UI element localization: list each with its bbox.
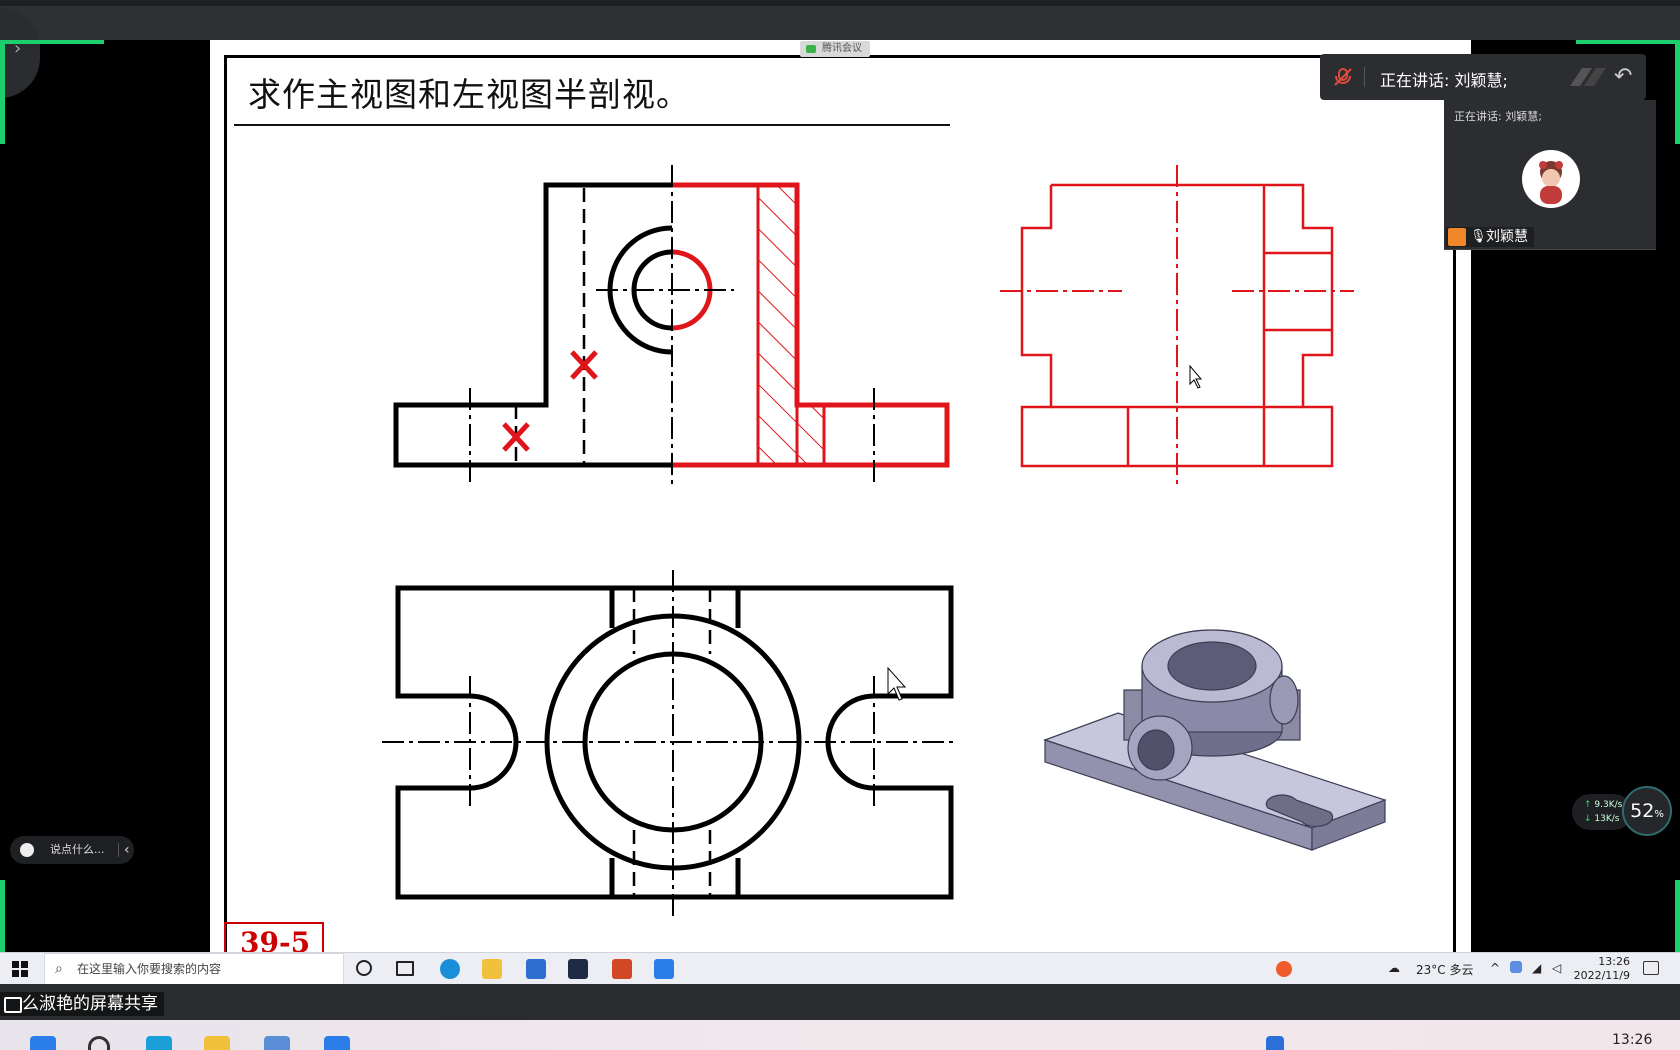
return-icon[interactable]: ↶ (1614, 64, 1632, 89)
slide-number: 39-5 (224, 922, 324, 956)
input-method-icon[interactable] (1276, 961, 1292, 977)
cloud-drive-icon[interactable] (1510, 961, 1522, 973)
network-speed-widget[interactable]: ↑ 9.3K/s ↓ 13K/s 52% (1572, 786, 1672, 836)
active-speaker-bar: 正在讲话: 刘颖慧; ↶ (1320, 54, 1646, 100)
meeting-badge: 腾讯会议 (800, 41, 870, 57)
weather-icon: ☁ (1388, 961, 1400, 975)
share-caption-bar (0, 984, 1680, 1020)
search-icon: ⌕ (55, 961, 63, 977)
task-view-icon[interactable] (396, 961, 414, 976)
chevron-up-icon[interactable]: ^ (1490, 961, 1500, 975)
search-icon[interactable] (88, 1036, 110, 1050)
edge-icon[interactable] (146, 1036, 172, 1050)
signal-icon (1570, 68, 1606, 86)
file-explorer-icon[interactable] (204, 1036, 230, 1050)
network-icon[interactable]: ◢ (1532, 961, 1541, 975)
divider (118, 843, 119, 857)
chevron-left-icon[interactable]: ‹ (124, 836, 130, 864)
participant-name-tag: 🎙 刘颖慧 (1446, 227, 1534, 247)
screen-share-label: 么淑艳的屏幕共享 (0, 992, 164, 1016)
local-clock[interactable]: 13:26 (1612, 1032, 1652, 1048)
left-view (1000, 165, 1354, 485)
windows-start-icon[interactable] (12, 961, 28, 977)
emoji-icon[interactable] (20, 843, 34, 857)
store-icon[interactable] (526, 959, 546, 979)
app-icon[interactable] (568, 959, 588, 979)
engineering-drawing (382, 165, 1387, 918)
front-view (393, 165, 950, 485)
volume-icon[interactable]: ◁ (1552, 961, 1561, 975)
divider (1364, 67, 1365, 87)
file-explorer-icon[interactable] (482, 959, 502, 979)
weather-label[interactable]: 23°C 多云 (1416, 961, 1473, 978)
cortana-icon[interactable] (356, 960, 372, 976)
percent-sign: % (1654, 809, 1664, 820)
windows-start-icon[interactable] (30, 1036, 56, 1050)
search-placeholder: 在这里输入你要搜索的内容 (77, 962, 222, 976)
isometric-model (1043, 629, 1387, 851)
taskbar-clock[interactable]: 13:26 2022/11/9 (1572, 955, 1630, 983)
app-icon[interactable] (264, 1036, 290, 1050)
meeting-app-icon[interactable] (324, 1036, 350, 1050)
taskbar-search-input[interactable]: ⌕ 在这里输入你要搜索的内容 (44, 953, 344, 985)
upload-speed: 9.3K/s (1594, 800, 1623, 810)
powerpoint-icon[interactable] (612, 959, 632, 979)
cpu-percent: 52 (1630, 800, 1655, 822)
clock-date: 2022/11/9 (1573, 969, 1630, 982)
chat-input[interactable]: 说点什么... ‹ (10, 836, 134, 864)
mic-icon: 🎙 (1470, 229, 1487, 244)
mic-muted-icon[interactable] (1332, 66, 1354, 88)
cpu-gauge: 52% (1622, 786, 1672, 836)
local-taskbar: 13:26 (0, 1020, 1680, 1050)
download-speed: 13K/s (1594, 814, 1620, 824)
remote-taskbar: ⌕ 在这里输入你要搜索的内容 ☁ 23°C 多云 ^ ◢ ◁ 13:26 202… (0, 952, 1680, 985)
chat-placeholder: 说点什么... (50, 843, 105, 856)
meeting-app-icon[interactable] (654, 959, 674, 979)
cursor-icon (1189, 364, 1203, 389)
participant-name: 刘颖慧 (1486, 229, 1528, 245)
speaking-label-small: 正在讲话: 刘颖慧; (1454, 110, 1542, 123)
screen: { "meeting": { "badge": "腾讯会议", "expand_… (0, 0, 1680, 1050)
avatar (1522, 150, 1580, 208)
speaking-label: 正在讲话: 刘颖慧; (1380, 71, 1508, 90)
tray-icon[interactable] (1266, 1036, 1284, 1050)
error-mark (502, 350, 598, 452)
notification-icon[interactable] (1643, 961, 1659, 975)
edge-icon[interactable] (440, 959, 460, 979)
clock-time: 13:26 (1598, 955, 1630, 968)
participant-video-panel[interactable]: 正在讲话: 刘颖慧; 🎙 刘颖慧 (1444, 100, 1656, 250)
top-view (382, 570, 958, 918)
